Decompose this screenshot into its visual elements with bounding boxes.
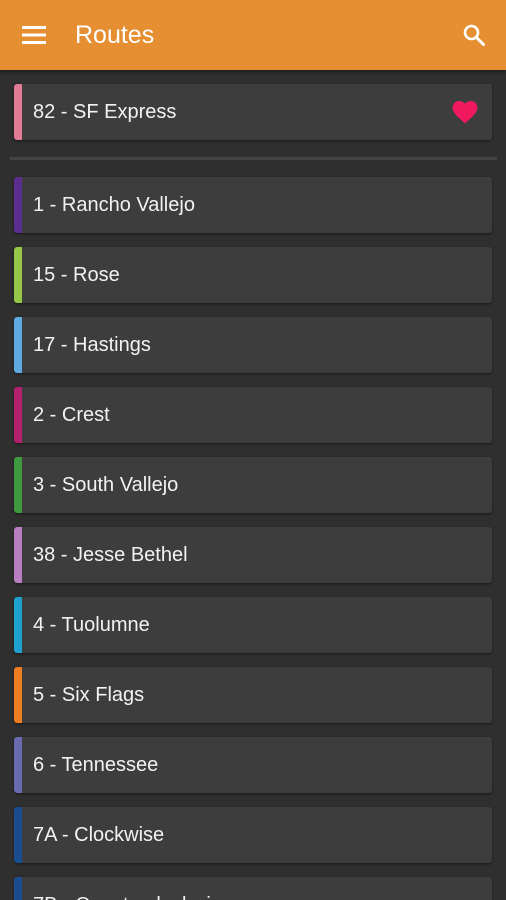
route-label: 38 - Jesse Bethel bbox=[33, 544, 188, 566]
route-card[interactable]: 17 - Hastings bbox=[14, 317, 492, 373]
route-card[interactable]: 5 - Six Flags bbox=[14, 667, 492, 723]
app-bar: Routes bbox=[0, 0, 506, 70]
search-icon bbox=[463, 24, 485, 46]
route-color-stripe bbox=[14, 527, 22, 583]
route-card[interactable]: 3 - South Vallejo bbox=[14, 457, 492, 513]
route-card[interactable]: 4 - Tuolumne bbox=[14, 597, 492, 653]
route-card[interactable]: 6 - Tennessee bbox=[14, 737, 492, 793]
route-card[interactable]: 7A - Clockwise bbox=[14, 807, 492, 863]
route-label: 1 - Rancho Vallejo bbox=[33, 194, 195, 216]
route-card[interactable]: 7B - Counterclockwise bbox=[14, 877, 492, 900]
route-label: 82 - SF Express bbox=[33, 101, 177, 123]
route-card[interactable]: 2 - Crest bbox=[14, 387, 492, 443]
route-color-stripe bbox=[14, 667, 22, 723]
route-card[interactable]: 15 - Rose bbox=[14, 247, 492, 303]
favorite-route-card[interactable]: 82 - SF Express bbox=[14, 84, 492, 140]
route-label: 15 - Rose bbox=[33, 264, 120, 286]
search-button[interactable] bbox=[454, 15, 494, 55]
route-color-stripe bbox=[14, 387, 22, 443]
route-color-stripe bbox=[14, 84, 22, 140]
route-color-stripe bbox=[14, 177, 22, 233]
route-color-stripe bbox=[14, 317, 22, 373]
routes-list: 82 - SF Express 1 - Rancho Vallejo 15 - … bbox=[0, 70, 506, 900]
route-label: 5 - Six Flags bbox=[33, 684, 145, 706]
route-label: 2 - Crest bbox=[33, 404, 110, 426]
route-label: 3 - South Vallejo bbox=[33, 474, 179, 496]
route-color-stripe bbox=[14, 877, 22, 900]
route-color-stripe bbox=[14, 807, 22, 863]
route-color-stripe bbox=[14, 737, 22, 793]
route-card[interactable]: 1 - Rancho Vallejo bbox=[14, 177, 492, 233]
route-card[interactable]: 38 - Jesse Bethel bbox=[14, 527, 492, 583]
menu-icon bbox=[22, 26, 46, 44]
route-color-stripe bbox=[14, 457, 22, 513]
menu-button[interactable] bbox=[14, 15, 54, 55]
route-label: 7A - Clockwise bbox=[33, 824, 165, 846]
section-divider bbox=[10, 157, 497, 160]
route-label: 4 - Tuolumne bbox=[33, 614, 150, 636]
route-color-stripe bbox=[14, 247, 22, 303]
route-label: 17 - Hastings bbox=[33, 334, 151, 356]
route-label: 6 - Tennessee bbox=[33, 754, 159, 776]
route-label: 7B - Counterclockwise bbox=[33, 877, 232, 900]
heart-icon[interactable] bbox=[452, 100, 478, 124]
route-color-stripe bbox=[14, 597, 22, 653]
page-title: Routes bbox=[75, 21, 155, 49]
